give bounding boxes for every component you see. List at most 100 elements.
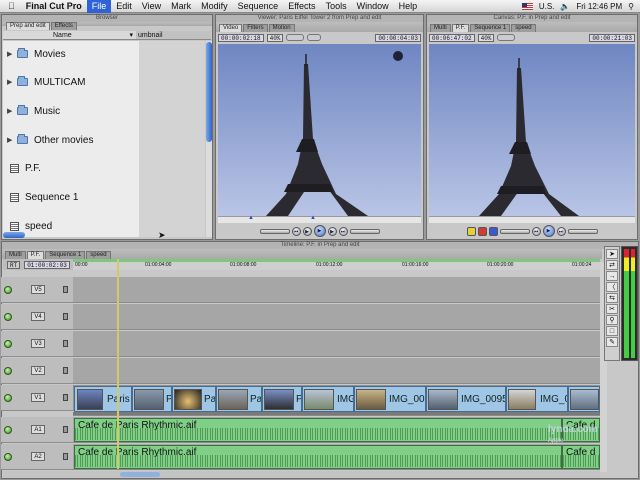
lock-icon[interactable] xyxy=(63,286,68,293)
lock-icon[interactable] xyxy=(63,453,68,460)
tab-multi[interactable]: Multi xyxy=(430,24,451,32)
lock-icon[interactable] xyxy=(63,340,68,347)
browser-item-sequence-1[interactable]: Sequence 1 xyxy=(7,186,78,208)
slip-tool-icon[interactable]: ⇆ xyxy=(606,293,618,303)
browser-item-other-movies[interactable]: ▶ Other movies xyxy=(7,129,93,151)
go-to-previous-edit-icon[interactable]: ⏮ xyxy=(291,226,301,236)
track-name[interactable]: V2 xyxy=(31,366,45,375)
video-clip[interactable]: IMG_0 xyxy=(506,386,568,412)
lock-icon[interactable] xyxy=(63,367,68,374)
video-clip[interactable]: Pa xyxy=(172,386,216,412)
track-visibility-icon[interactable] xyxy=(4,367,12,375)
edit-selection-tool-icon[interactable]: ⇄ xyxy=(606,260,618,270)
track-divider[interactable] xyxy=(73,412,600,416)
menu-window[interactable]: Window xyxy=(352,0,394,13)
tab-prep-and-edit[interactable]: Prep and edit xyxy=(6,22,50,30)
video-clip[interactable]: P xyxy=(132,386,172,412)
track-audible-icon[interactable] xyxy=(4,453,12,461)
track-lane-v3[interactable] xyxy=(73,331,600,357)
viewer-scrubber[interactable]: ▲ ▲ xyxy=(218,215,421,223)
zoom-tool-icon[interactable]: ⚲ xyxy=(606,315,618,325)
tab-multi[interactable]: Multi xyxy=(5,251,26,259)
canvas-zoom[interactable]: 40% xyxy=(477,33,495,42)
track-lane-v4[interactable] xyxy=(73,304,600,330)
clock[interactable]: Fri 12:46 PM xyxy=(576,2,622,11)
play-in-to-out-icon[interactable]: ▶ xyxy=(302,226,312,236)
us-flag-icon[interactable] xyxy=(521,3,533,10)
play-around-icon[interactable]: ▶ xyxy=(327,226,337,236)
track-name[interactable]: A1 xyxy=(31,425,45,434)
tab-speed[interactable]: speed xyxy=(511,24,536,32)
menu-mark[interactable]: Mark xyxy=(166,0,196,13)
menu-edit[interactable]: Edit xyxy=(111,0,137,13)
insert-edit-icon[interactable] xyxy=(466,226,476,236)
disclosure-triangle-icon[interactable]: ▶ xyxy=(7,50,17,58)
column-name[interactable]: Name ▾ xyxy=(3,31,136,39)
viewer-current-timecode[interactable]: 00:00:04:03 xyxy=(375,33,421,42)
browser-hscroll-thumb[interactable] xyxy=(3,232,25,238)
disclosure-triangle-icon[interactable]: ▶ xyxy=(7,136,17,144)
lock-icon[interactable] xyxy=(63,313,68,320)
video-clip[interactable]: P xyxy=(262,386,302,412)
timeline-current-timecode[interactable]: 01:00:02:03 xyxy=(24,260,70,269)
out-point-marker-icon[interactable]: ▲ xyxy=(310,215,316,221)
tab-filters[interactable]: Filters xyxy=(243,24,268,32)
play-button-icon[interactable]: ▶ xyxy=(542,225,555,237)
jog-control[interactable] xyxy=(349,228,380,234)
playhead[interactable] xyxy=(117,259,119,469)
generator-popup[interactable] xyxy=(307,34,322,41)
view-options-popup[interactable] xyxy=(286,34,305,41)
track-lane-v2[interactable] xyxy=(73,358,600,384)
menu-help[interactable]: Help xyxy=(394,0,423,13)
viewer-duration[interactable]: 00:00:02:18 xyxy=(218,33,264,42)
roll-tool-icon[interactable]: 〈 xyxy=(606,282,618,292)
track-select-tool-icon[interactable]: → xyxy=(606,271,618,281)
track-visibility-icon[interactable] xyxy=(4,340,12,348)
pen-tool-icon[interactable]: ✎ xyxy=(606,337,618,347)
video-clip[interactable] xyxy=(568,386,600,412)
rt-menu[interactable]: RT xyxy=(7,260,21,269)
tab-pf[interactable]: P.F. xyxy=(451,24,470,32)
lock-icon[interactable] xyxy=(63,394,68,401)
menu-tools[interactable]: Tools xyxy=(321,0,352,13)
play-button-icon[interactable]: ▶ xyxy=(313,225,326,237)
audio-clip-a2[interactable]: Cafe de Paris Rhythmic.aif xyxy=(74,445,562,469)
track-lane-v5[interactable] xyxy=(73,277,600,303)
audio-clip-a2-next[interactable]: Cafe d xyxy=(562,445,600,469)
apple-menu-icon[interactable]:  xyxy=(0,1,21,11)
disclosure-triangle-icon[interactable]: ▶ xyxy=(7,78,17,86)
video-clip[interactable]: IMG_00 xyxy=(354,386,426,412)
video-clip[interactable]: Paris xyxy=(74,386,132,412)
track-audible-icon[interactable] xyxy=(4,426,12,434)
menu-view[interactable]: View xyxy=(137,0,166,13)
in-point-marker-icon[interactable]: ▲ xyxy=(248,215,254,221)
menu-sequence[interactable]: Sequence xyxy=(233,0,284,13)
volume-icon[interactable]: 🔈 xyxy=(560,2,570,11)
tab-motion[interactable]: Motion xyxy=(268,24,295,32)
tab-speed[interactable]: speed xyxy=(86,251,111,259)
video-clip[interactable]: IMG_0095 xyxy=(426,386,506,412)
timeline-ruler[interactable]: 00:00 01:00:04:00 01:00:08:00 01:00:12:0… xyxy=(73,261,600,270)
zoom-slider-thumb[interactable] xyxy=(120,472,160,477)
menu-effects[interactable]: Effects xyxy=(283,0,320,13)
shuttle-control[interactable] xyxy=(259,228,290,234)
selection-tool-icon[interactable]: ➤ xyxy=(606,249,618,259)
replace-edit-icon[interactable] xyxy=(488,226,498,236)
viewer-zoom[interactable]: 40% xyxy=(266,33,284,42)
video-clip[interactable]: Pai xyxy=(216,386,262,412)
go-to-next-edit-icon[interactable]: ⏭ xyxy=(556,226,566,236)
canvas-duration[interactable]: 00:06:47:02 xyxy=(429,33,475,42)
column-thumbnail[interactable]: umbnail xyxy=(136,31,211,39)
canvas-current-timecode[interactable]: 00:00:21:03 xyxy=(589,33,635,42)
track-visibility-icon[interactable] xyxy=(4,286,12,294)
track-name[interactable]: A2 xyxy=(31,452,45,461)
canvas-scrubber[interactable] xyxy=(429,216,635,223)
browser-item-music[interactable]: ▶ Music xyxy=(7,100,60,122)
track-visibility-icon[interactable] xyxy=(4,394,12,402)
tab-sequence-1[interactable]: Sequence 1 xyxy=(470,24,511,32)
timeline-zoom-bar[interactable] xyxy=(3,471,600,478)
viewer-video-frame[interactable] xyxy=(218,44,421,216)
razor-tool-icon[interactable]: ✂ xyxy=(606,304,618,314)
track-name[interactable]: V3 xyxy=(31,339,45,348)
overwrite-edit-icon[interactable] xyxy=(477,226,487,236)
